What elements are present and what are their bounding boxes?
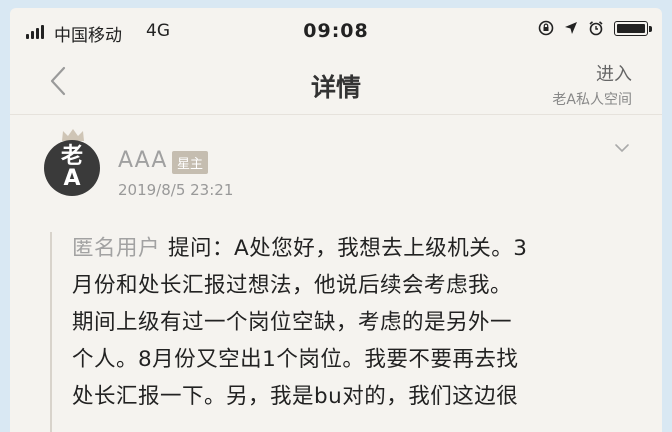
question-text: 匿名用户 提问：A处您好，我想去上级机关。3 月份和处长汇报过想法，他说后续会考虑… (72, 230, 642, 415)
question-line: 月份和处长汇报过想法，他说后续会考虑我。 (72, 273, 513, 298)
question-line-text: 提问：A处您好，我想去上级机关。3 (168, 236, 528, 261)
avatar-image: 老 A (44, 140, 100, 196)
question-line: 匿名用户 提问：A处您好，我想去上级机关。3 (72, 230, 642, 267)
avatar-text-bottom: A (63, 166, 81, 191)
alarm-icon (589, 21, 603, 36)
status-bar: 中国移动 4G 09:08 (10, 8, 662, 54)
post-date: 2019/8/5 23:21 (118, 181, 234, 199)
space-name-label: 老A私人空间 (552, 92, 632, 108)
phone-screen: 中国移动 4G 09:08 详情 进入 老A私人空间 老 A AAA 星主 20… (10, 8, 662, 432)
asker-label: 匿名用户 (72, 236, 161, 261)
watermark (437, 138, 448, 152)
quote-bar (50, 232, 52, 432)
role-badge: 星主 (172, 151, 209, 174)
question-line: 处长汇报一下。另，我是bu对的，我们这边很 (72, 384, 519, 409)
rotation-lock-icon (538, 20, 554, 36)
avatar-text-top: 老 (60, 144, 83, 169)
chevron-down-icon[interactable] (614, 140, 630, 156)
author-name[interactable]: AAA (118, 148, 167, 173)
enter-label: 进入 (596, 64, 632, 85)
enter-space-link[interactable]: 进入 老A私人空间 (552, 60, 632, 109)
battery-icon (614, 20, 652, 36)
status-icons (538, 20, 652, 36)
location-icon (565, 22, 577, 34)
nav-bar: 详情 进入 老A私人空间 (10, 54, 662, 114)
nav-divider (10, 114, 662, 115)
avatar[interactable]: 老 A (44, 128, 102, 198)
question-line: 期间上级有过一个岗位空缺，考虑的是另外一 (72, 310, 513, 335)
question-line: 个人。8月份又空出1个岗位。我要不要再去找 (72, 347, 519, 372)
